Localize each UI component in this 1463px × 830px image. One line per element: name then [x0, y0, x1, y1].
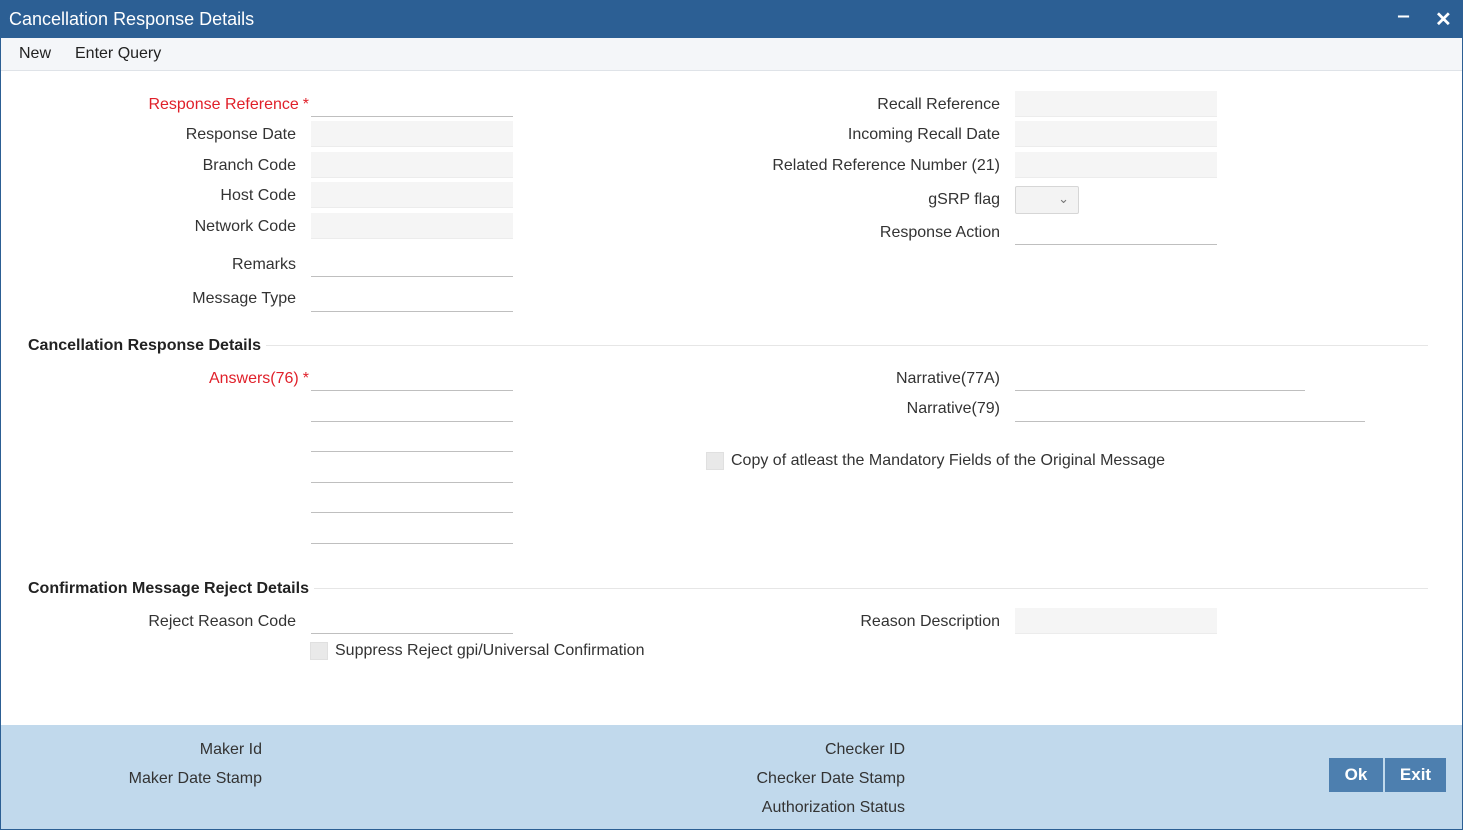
audit-footer: Maker Id Maker Date Stamp Checker ID Che…	[1, 725, 1462, 829]
enter-query-button[interactable]: Enter Query	[75, 45, 161, 63]
new-button[interactable]: New	[19, 45, 51, 63]
incoming-recall-date-label: Incoming Recall Date	[847, 126, 1000, 143]
copy-mandatory-checkbox[interactable]	[706, 452, 724, 470]
response-date-input[interactable]	[311, 121, 513, 147]
minimize-icon[interactable]: ‒	[1398, 5, 1409, 28]
branch-code-label: Branch Code	[202, 157, 296, 174]
maker-date-stamp-label: Maker Date Stamp	[128, 770, 262, 787]
suppress-reject-label: Suppress Reject gpi/Universal Confirmati…	[335, 642, 645, 659]
message-type-input[interactable]	[311, 286, 513, 312]
reject-reason-code-label: Reject Reason Code	[148, 613, 296, 630]
recall-reference-label: Recall Reference	[877, 96, 1000, 113]
response-date-label: Response Date	[185, 126, 296, 143]
copy-mandatory-label: Copy of atleast the Mandatory Fields of …	[731, 452, 1165, 469]
answers-line-6[interactable]	[311, 518, 513, 544]
network-code-label: Network Code	[194, 218, 296, 235]
answers-line-3[interactable]	[311, 426, 513, 452]
reason-description-label: Reason Description	[860, 613, 1000, 630]
exit-button[interactable]: Exit	[1385, 758, 1446, 792]
close-icon[interactable]: ✕	[1435, 7, 1452, 32]
incoming-recall-date-input[interactable]	[1015, 121, 1217, 147]
narrative-77a-label: Narrative(77A)	[895, 370, 1000, 387]
remarks-label: Remarks	[231, 256, 296, 273]
answers-line-4[interactable]	[311, 457, 513, 483]
response-reference-input[interactable]	[311, 91, 513, 117]
answers-line-5[interactable]	[311, 487, 513, 513]
reason-description-input[interactable]	[1015, 608, 1217, 634]
host-code-label: Host Code	[220, 187, 296, 204]
network-code-input[interactable]	[311, 213, 513, 239]
cancellation-response-window: Cancellation Response Details ‒ ✕ New En…	[0, 0, 1463, 830]
title-bar: Cancellation Response Details ‒ ✕	[1, 1, 1462, 38]
gsrp-flag-select[interactable]: ⌄	[1015, 186, 1079, 214]
authorization-status-label: Authorization Status	[761, 799, 905, 816]
ok-button[interactable]: Ok	[1329, 758, 1383, 792]
chevron-down-icon: ⌄	[1058, 191, 1069, 206]
narrative-77a-input[interactable]	[1015, 365, 1305, 391]
message-type-label: Message Type	[192, 290, 296, 307]
section-divider	[266, 345, 1428, 347]
remarks-input[interactable]	[311, 251, 513, 277]
maker-id-label: Maker Id	[199, 741, 262, 758]
suppress-reject-checkbox[interactable]	[310, 642, 328, 660]
toolbar: New Enter Query	[1, 38, 1462, 71]
section-divider	[314, 588, 1428, 589]
related-reference-number-input[interactable]	[1015, 152, 1217, 178]
recall-reference-input[interactable]	[1015, 91, 1217, 117]
answers-line-1[interactable]	[311, 365, 513, 391]
response-action-input[interactable]	[1015, 219, 1217, 245]
checker-date-stamp-label: Checker Date Stamp	[756, 770, 905, 787]
related-reference-number-label: Related Reference Number (21)	[772, 157, 1000, 174]
answers-label: Answers(76) *	[208, 370, 309, 387]
gsrp-flag-label: gSRP flag	[928, 191, 1000, 208]
response-action-label: Response Action	[879, 224, 1000, 241]
reject-reason-code-input[interactable]	[311, 608, 513, 634]
answers-line-2[interactable]	[311, 396, 513, 422]
narrative-79-label: Narrative(79)	[906, 400, 1000, 417]
reject-section-title: Confirmation Message Reject Details	[28, 580, 309, 597]
branch-code-input[interactable]	[311, 152, 513, 178]
window-title: Cancellation Response Details	[9, 9, 255, 29]
response-reference-label: Response Reference *	[148, 96, 309, 113]
cancellation-section-title: Cancellation Response Details	[28, 337, 261, 354]
host-code-input[interactable]	[311, 182, 513, 208]
checker-id-label: Checker ID	[824, 741, 905, 758]
narrative-79-input[interactable]	[1015, 396, 1365, 422]
